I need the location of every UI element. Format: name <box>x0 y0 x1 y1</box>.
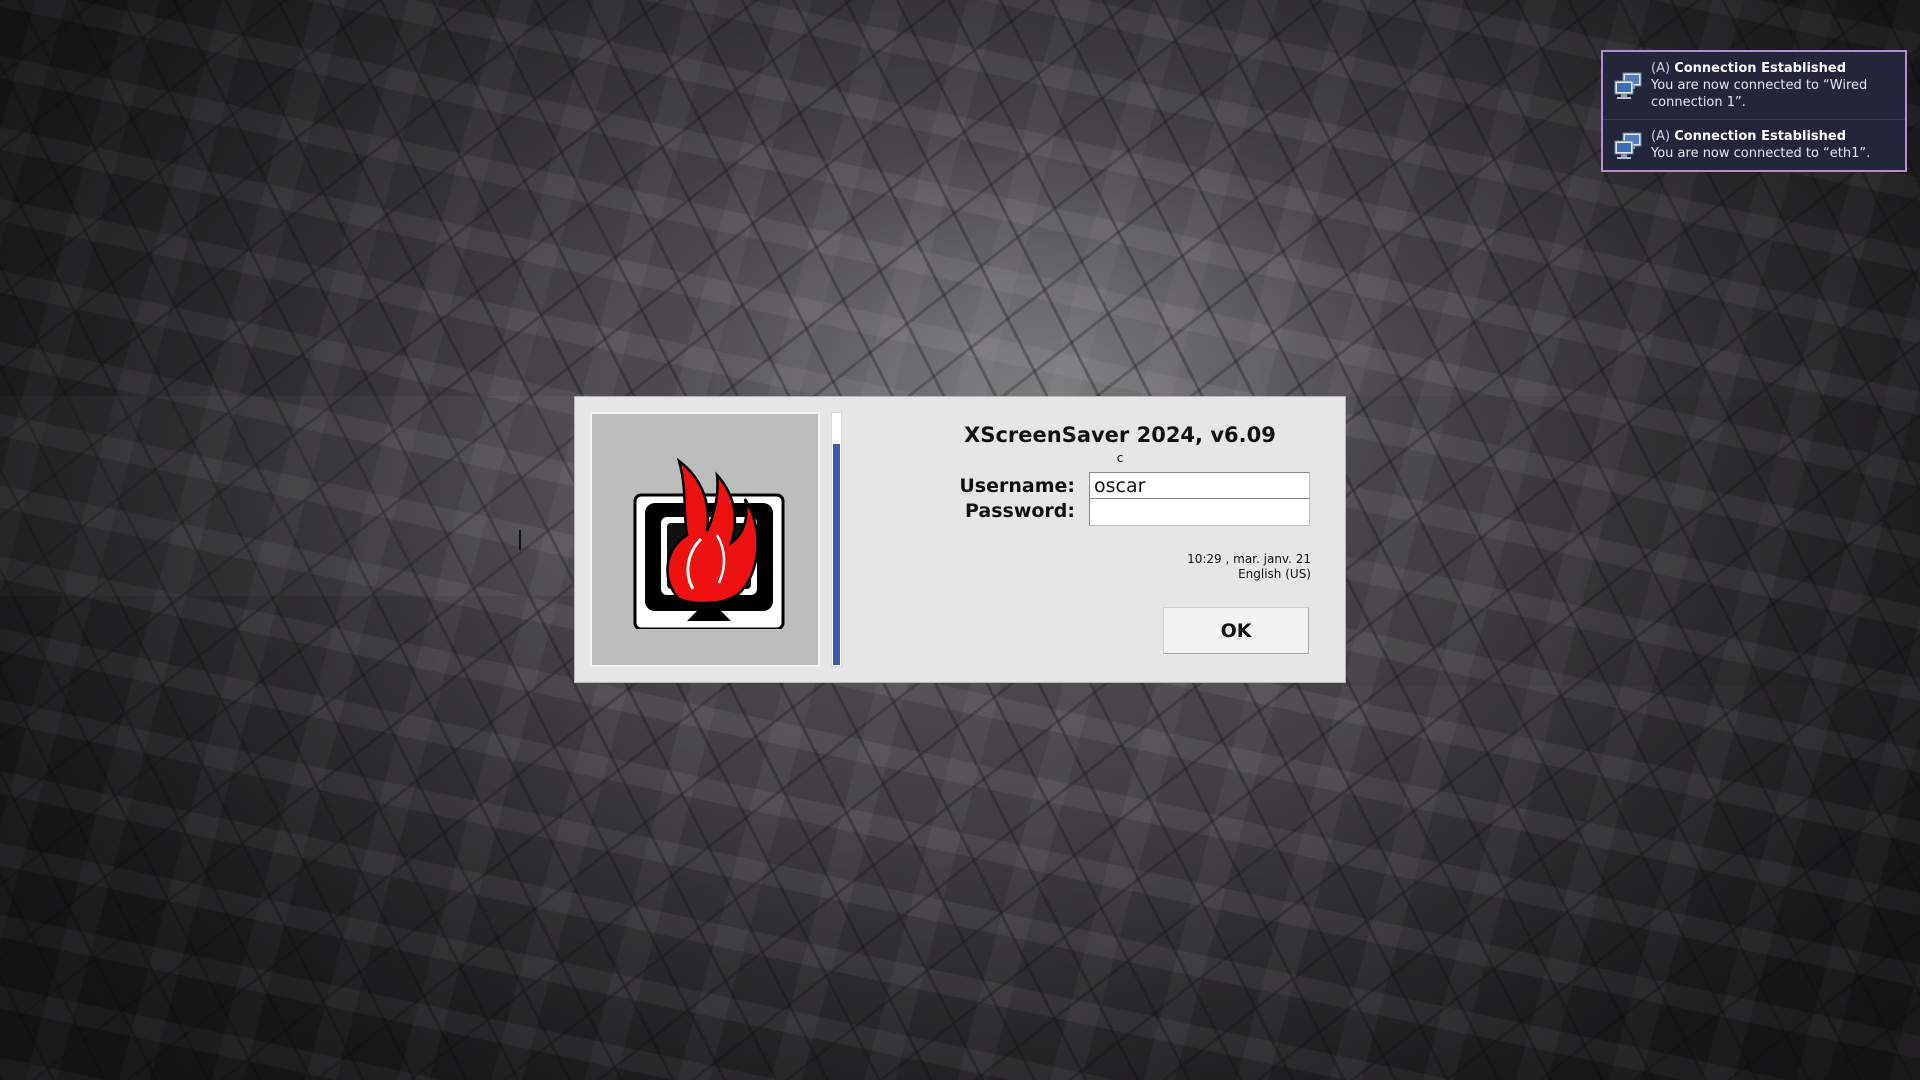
network-computer-icon <box>1614 72 1642 99</box>
notification-text: (A) Connection Established You are now c… <box>1651 60 1897 111</box>
notification-app: (A) <box>1651 129 1671 144</box>
datetime-text: 10:29 , mar. janv. 21 <box>1187 552 1311 566</box>
notification-item[interactable]: (A) Connection Established You are now c… <box>1603 119 1905 170</box>
notification-stack: (A) Connection Established You are now c… <box>1601 50 1907 172</box>
password-label: Password: <box>964 500 1075 522</box>
ok-button[interactable]: OK <box>1163 607 1309 654</box>
notification-summary: Connection Established <box>1674 129 1847 144</box>
progress-thermometer <box>831 412 842 667</box>
dialog-subtitle: c <box>1116 451 1124 465</box>
username-field[interactable] <box>1089 472 1310 500</box>
password-field[interactable] <box>1089 498 1310 526</box>
notification-text: (A) Connection Established You are now c… <box>1651 128 1870 162</box>
logo-panel <box>590 412 820 667</box>
notification-app: (A) <box>1651 61 1671 76</box>
username-label: Username: <box>959 475 1075 497</box>
text-cursor <box>519 530 521 550</box>
xscreensaver-flame-monitor-icon <box>633 457 785 629</box>
notification-item[interactable]: (A) Connection Established You are now c… <box>1603 52 1905 119</box>
keyboard-layout-text[interactable]: English (US) <box>1095 567 1311 582</box>
notification-body: You are now connected to “eth1”. <box>1651 146 1871 161</box>
unlock-dialog: XScreenSaver 2024, v6.09 c Username: Pas… <box>574 396 1346 683</box>
notification-summary: Connection Established <box>1674 61 1847 76</box>
network-computer-icon <box>1614 132 1642 159</box>
notification-body: You are now connected to “Wired connecti… <box>1651 78 1868 110</box>
thermometer-fill <box>833 444 840 665</box>
dialog-title: XScreenSaver 2024, v6.09 <box>964 423 1276 447</box>
